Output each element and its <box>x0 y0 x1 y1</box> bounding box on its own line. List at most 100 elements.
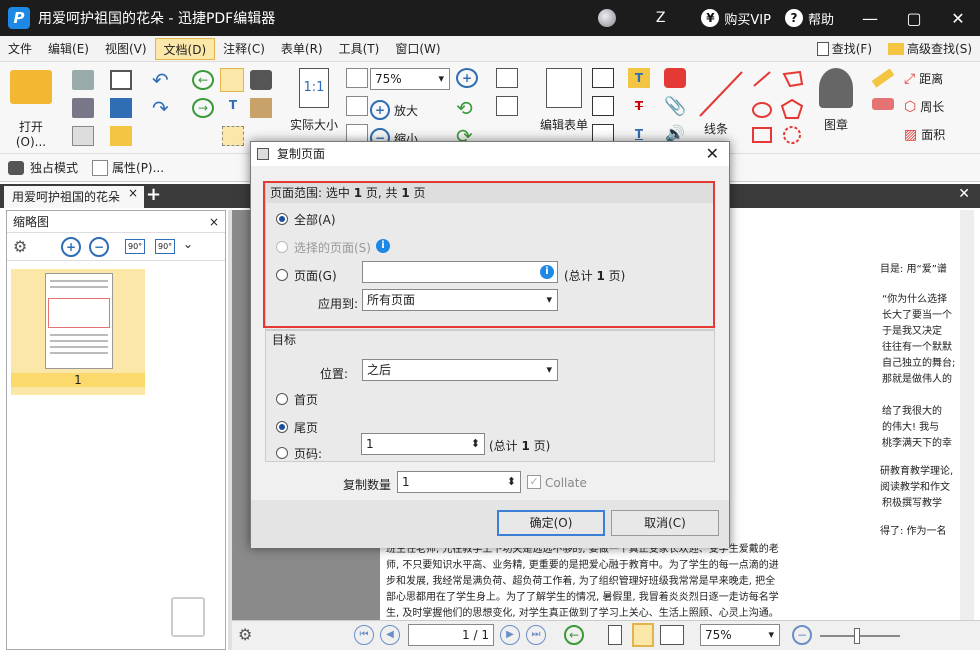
menu-file[interactable]: 文件 <box>0 38 40 60</box>
position-select[interactable]: 之后 <box>362 359 558 381</box>
shape-tools-icon[interactable] <box>750 68 810 148</box>
thumb-zoom-out-icon[interactable]: − <box>89 237 109 257</box>
menu-edit[interactable]: 编辑(E) <box>40 38 97 60</box>
single-page-icon[interactable] <box>608 625 622 645</box>
menu-tools[interactable]: 工具(T) <box>331 38 388 60</box>
menu-document[interactable]: 文档(D) <box>154 37 216 60</box>
line-label[interactable]: 线条 <box>704 120 728 137</box>
radio-first-page-label[interactable]: 首页 <box>294 391 318 408</box>
email-icon[interactable] <box>110 70 132 90</box>
cancel-button[interactable]: 取消(C) <box>611 510 719 536</box>
scan-icon[interactable] <box>110 98 132 118</box>
hand-tool-icon[interactable] <box>220 68 244 92</box>
fit-width-icon[interactable] <box>346 96 368 116</box>
menu-comment[interactable]: 注释(C) <box>215 38 273 60</box>
clipboard-icon[interactable] <box>250 98 272 118</box>
thumb-more-icon[interactable]: ⌄ <box>183 237 193 251</box>
collate-label[interactable]: Collate <box>545 476 587 490</box>
save-icon[interactable] <box>72 70 94 90</box>
help-button[interactable]: 帮助 <box>808 9 834 28</box>
forward-icon[interactable]: → <box>192 98 214 118</box>
thumb-settings-icon[interactable]: ⚙ <box>13 237 27 256</box>
fit-page-icon[interactable] <box>346 68 368 88</box>
thumbnail-item[interactable]: 1 <box>11 269 145 395</box>
pencil-icon[interactable] <box>871 68 895 88</box>
radio-page-number[interactable] <box>276 447 288 459</box>
page-number-input[interactable]: 1 / 1 <box>408 624 494 646</box>
redo-icon[interactable]: ↷ <box>152 98 174 118</box>
radio-last-page[interactable] <box>276 421 288 433</box>
exclusive-mode-button[interactable]: 独占模式 <box>30 159 78 176</box>
thumb-rotate-ccw-icon[interactable]: 90° <box>125 239 146 254</box>
status-zoom-out-icon[interactable]: − <box>792 625 812 645</box>
typewriter-icon[interactable] <box>592 68 614 88</box>
advanced-find-button[interactable]: 高级查找(S) <box>880 38 980 60</box>
new-tab-icon[interactable]: + <box>146 184 161 205</box>
zoom-in-button[interactable]: + 放大 <box>370 100 418 120</box>
last-page-icon[interactable]: ⏭ <box>526 625 546 645</box>
ok-button[interactable]: 确定(O) <box>497 510 605 536</box>
first-page-icon[interactable]: ⏮ <box>354 625 374 645</box>
print-icon[interactable] <box>72 98 94 118</box>
thumb-zoom-in-icon[interactable]: + <box>61 237 81 257</box>
thumb-rotate-cw-icon[interactable]: 90° <box>155 239 176 254</box>
actual-size-button[interactable]: 1:1 实际大小 <box>284 68 344 133</box>
facing-page-icon[interactable] <box>660 625 684 645</box>
z-label[interactable]: Z <box>656 10 666 26</box>
line-tool-icon[interactable] <box>696 68 746 120</box>
export-icon[interactable] <box>72 126 94 146</box>
select-area-icon[interactable] <box>222 126 244 146</box>
highlight-text-icon[interactable]: T <box>628 68 650 88</box>
new-doc-icon[interactable] <box>110 126 132 146</box>
nav-back-icon[interactable]: ← <box>564 625 584 645</box>
dialog-close-icon[interactable]: ✕ <box>706 142 719 166</box>
rotate-ccw-icon[interactable]: ⟲ <box>456 98 478 118</box>
menu-form[interactable]: 表单(R) <box>273 38 331 60</box>
select-text-icon[interactable]: T <box>222 98 244 118</box>
status-settings-icon[interactable]: ⚙ <box>238 625 252 644</box>
text-field-icon[interactable] <box>496 68 518 88</box>
radio-page-number-label[interactable]: 页码: <box>294 445 322 462</box>
zoom-select[interactable]: 75% <box>370 68 450 90</box>
close-button[interactable]: ✕ <box>936 9 980 28</box>
panel-close-icon[interactable]: × <box>209 211 219 233</box>
theme-moon-icon[interactable] <box>597 9 616 27</box>
eraser-icon[interactable] <box>872 98 894 110</box>
zoom-in-mag-icon[interactable]: + <box>456 68 478 88</box>
perimeter-button[interactable]: ⬡ 周长 <box>904 98 944 115</box>
open-button[interactable]: 打开(O)... <box>6 70 56 149</box>
radio-first-page[interactable] <box>276 393 288 405</box>
copies-spinner[interactable]: 1 <box>397 471 521 493</box>
undo-icon[interactable]: ↶ <box>152 70 174 90</box>
collate-checkbox[interactable]: ✓ <box>527 475 541 489</box>
menu-view[interactable]: 视图(V) <box>97 38 155 60</box>
stamp-button[interactable]: 图章 <box>812 68 860 133</box>
zoom-slider[interactable] <box>820 628 900 644</box>
snapshot-icon[interactable] <box>250 70 272 90</box>
page-number-spinner[interactable]: 1 <box>361 433 485 455</box>
continuous-page-icon[interactable] <box>632 623 654 647</box>
back-icon[interactable]: ← <box>192 70 214 90</box>
tab-close-icon[interactable]: × <box>128 186 138 200</box>
properties-button[interactable]: 属性(P)... <box>112 159 164 176</box>
textbox-icon[interactable] <box>592 96 614 116</box>
area-button[interactable]: ▨ 面积 <box>904 126 945 143</box>
next-page-icon[interactable]: ▶ <box>500 625 520 645</box>
zoom-slider-thumb[interactable] <box>854 628 860 644</box>
comment-icon[interactable] <box>664 68 686 88</box>
minimize-button[interactable]: — <box>848 9 892 28</box>
menu-window[interactable]: 窗口(W) <box>387 38 448 60</box>
add-field-icon[interactable] <box>496 96 518 116</box>
maximize-button[interactable]: ▢ <box>892 9 936 28</box>
distance-button[interactable]: ⤢ 距离 <box>904 70 943 87</box>
strikeout-icon[interactable]: T <box>628 96 650 116</box>
document-tab[interactable]: 用爱呵护祖国的花朵 <box>4 186 144 208</box>
edit-form-button[interactable]: 编辑表单 <box>532 68 596 133</box>
prev-page-icon[interactable]: ◀ <box>380 625 400 645</box>
buy-vip-button[interactable]: 购买VIP <box>724 9 771 28</box>
vertical-scrollbar[interactable] <box>960 210 974 620</box>
find-button[interactable]: 查找(F) <box>809 38 880 60</box>
status-zoom-select[interactable]: 75% <box>700 624 780 646</box>
radio-last-page-label[interactable]: 尾页 <box>294 419 318 436</box>
close-all-tabs-icon[interactable]: ✕ <box>958 186 970 202</box>
